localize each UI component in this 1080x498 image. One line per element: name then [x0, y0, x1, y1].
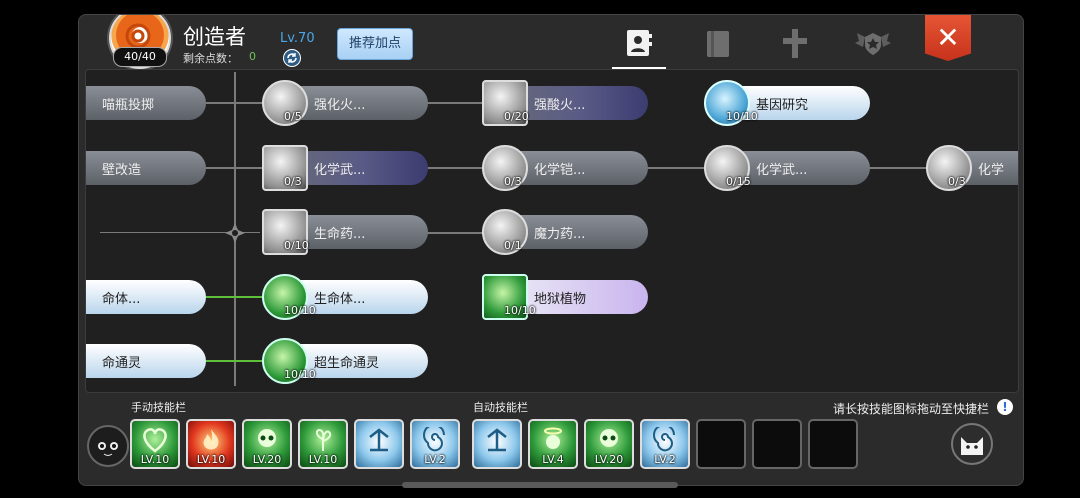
swirl-skill-icon [653, 427, 675, 452]
skill-node-stub[interactable]: 喵瓶投掷 [86, 86, 206, 120]
white-cat-icon [961, 437, 983, 455]
skill-node-mana-potion[interactable]: 魔力药... 0/1 [482, 209, 648, 255]
angel-skill-icon [544, 427, 562, 449]
skill-node-chemical[interactable]: 化学 0/3 [926, 145, 1018, 191]
black-cat-avatar[interactable] [87, 425, 129, 467]
skill-node-chemical-weapon-2[interactable]: 化学武... 0/15 [704, 145, 870, 191]
connector-line [426, 232, 486, 234]
character-name: 创造者 [183, 25, 246, 49]
auto-skillbar-title: 自动技能栏 [473, 401, 528, 414]
manual-skill-slot-2[interactable]: LV.10 [186, 419, 236, 469]
connector-line [206, 167, 266, 169]
fire-skill-icon [203, 429, 219, 450]
connector-line [646, 167, 708, 169]
skill-node-gene-research[interactable]: 基因研究 10/10 [704, 80, 870, 126]
winged-emblem-icon [855, 33, 891, 55]
skill-node-acid-fire[interactable]: 强酸火... 0/20 [482, 80, 648, 126]
white-cat-avatar[interactable] [951, 423, 993, 465]
skill-node-stub[interactable]: 命体... [86, 280, 206, 314]
plant-skill-icon [315, 428, 332, 451]
remaining-points-label: 剩余点数： [183, 52, 238, 65]
auto-skill-slot-empty[interactable] [752, 419, 802, 469]
skill-node-stub[interactable]: 壁改造 [86, 151, 206, 185]
manual-skill-slot-3[interactable]: LV.20 [242, 419, 292, 469]
summon-skill-icon [369, 428, 389, 452]
skill-tree: 喵瓶投掷 壁改造 命体... 命通灵 强化火... 0/5 化学武... 0/3… [85, 69, 1019, 393]
character-level: Lv.70 [280, 31, 315, 46]
contact-book-icon [627, 30, 652, 56]
cat-face-icon [98, 442, 118, 456]
recommend-points-button[interactable]: 推荐加点 [337, 28, 413, 60]
home-indicator[interactable] [402, 482, 678, 488]
skill-node-enhanced-fire[interactable]: 强化火... 0/5 [262, 80, 428, 126]
auto-skill-slot-4[interactable]: LV.2 [640, 419, 690, 469]
skill-node-chemical-weapon[interactable]: 化学武... 0/3 [262, 145, 428, 191]
auto-skill-slot-3[interactable]: LV.20 [584, 419, 634, 469]
reset-points-button[interactable] [283, 49, 301, 67]
connector-line-active [206, 296, 266, 298]
skull-skill-icon [600, 429, 618, 447]
swirl-skill-icon [423, 427, 445, 452]
auto-skill-slot-2[interactable]: LV.4 [528, 419, 578, 469]
skill-panel: 40/40 创造者 剩余点数： 0 Lv.70 推荐加点 ✕ 喵瓶投掷 壁改造 … [78, 14, 1024, 486]
refresh-icon [284, 50, 300, 66]
auto-skill-slot-empty[interactable] [696, 419, 746, 469]
auto-skill-slot-1[interactable] [472, 419, 522, 469]
skill-node-life-potion[interactable]: 生命药... 0/10 [262, 209, 428, 255]
tab-cross[interactable] [769, 27, 821, 61]
close-icon: ✕ [936, 21, 960, 54]
drag-hint: 请长按技能图标拖动至快捷栏 [833, 402, 990, 416]
manual-skill-slot-6[interactable]: LV.2 [410, 419, 460, 469]
connector-line [426, 167, 486, 169]
skill-node-stub[interactable]: 命通灵 [86, 344, 206, 378]
manual-skill-slot-4[interactable]: LV.10 [298, 419, 348, 469]
manual-skillbar-title: 手动技能栏 [131, 401, 186, 414]
connector-line-active [206, 360, 266, 362]
book-icon [707, 31, 729, 57]
auto-skill-slot-empty[interactable] [808, 419, 858, 469]
avatar-hp: 40/40 [113, 47, 167, 67]
manual-skill-slot-1[interactable]: LV.10 [130, 419, 180, 469]
tree-junction-icon [225, 223, 245, 243]
heart-skill-icon [143, 428, 167, 453]
info-icon[interactable]: ! [997, 399, 1013, 415]
close-button[interactable]: ✕ [925, 15, 971, 61]
cross-arrows-icon [783, 29, 807, 58]
spiral-icon [125, 23, 151, 49]
skill-node-hell-plant[interactable]: 地狱植物 10/10 [482, 274, 648, 320]
summon-skill-icon [487, 428, 507, 452]
skill-node-lifeform[interactable]: 生命体... 10/10 [262, 274, 428, 320]
manual-skill-slot-5[interactable] [354, 419, 404, 469]
connector-line [426, 102, 486, 104]
tab-book[interactable] [692, 27, 744, 61]
tab-skill-tree[interactable] [612, 27, 664, 61]
connector-line [868, 167, 930, 169]
skill-node-super-life-summon[interactable]: 超生命通灵 10/10 [262, 338, 428, 384]
tab-emblem[interactable] [847, 27, 899, 61]
skull-skill-icon [258, 429, 276, 447]
connector-line [206, 102, 266, 104]
skill-node-chemical-armor[interactable]: 化学铠... 0/3 [482, 145, 648, 191]
remaining-points-value: 0 [249, 50, 256, 63]
